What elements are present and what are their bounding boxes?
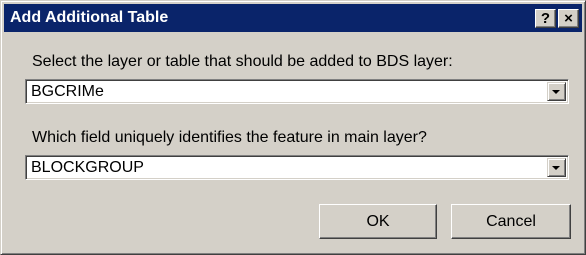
close-button[interactable]: × (558, 9, 579, 28)
field-select-value: BLOCKGROUP (31, 159, 144, 176)
window-title: Add Additional Table (10, 9, 169, 26)
chevron-down-icon (552, 90, 560, 94)
help-button[interactable]: ? (535, 9, 556, 28)
layer-select-dropdown[interactable]: BGCRIMe (25, 79, 569, 104)
title-bar[interactable]: Add Additional Table ? × (4, 4, 582, 32)
ok-button[interactable]: OK (319, 204, 437, 239)
add-additional-table-dialog: Add Additional Table ? × Select the laye… (0, 0, 586, 255)
layer-select-label: Select the layer or table that should be… (32, 53, 453, 70)
layer-select-value: BGCRIMe (31, 83, 104, 100)
field-dropdown-button[interactable] (547, 158, 566, 177)
cancel-button[interactable]: Cancel (451, 204, 571, 239)
field-select-dropdown[interactable]: BLOCKGROUP (25, 155, 569, 180)
layer-dropdown-button[interactable] (547, 82, 566, 101)
chevron-down-icon (552, 166, 560, 170)
field-select-label: Which field uniquely identifies the feat… (32, 129, 427, 146)
